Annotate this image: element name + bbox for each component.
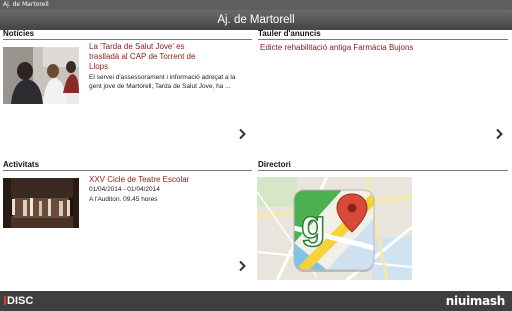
- page-title: Aj. de Martorell: [217, 14, 295, 26]
- tauler-heading: Tauler d'anuncis: [258, 29, 508, 40]
- noticies-item-title[interactable]: La 'Tarda de Salut Jove' es traslladà al…: [89, 42, 205, 72]
- status-app-title: Aj. de Martorell: [3, 1, 49, 8]
- disc-logo-mark: [4, 296, 6, 305]
- noticies-panel: Notícies La 'Tarda de Salut Jove' es tra…: [3, 29, 252, 151]
- tauler-panel: Tauler d'anuncis Edicte rehabilitació an…: [258, 29, 508, 151]
- google-maps-icon: g: [293, 189, 375, 272]
- tauler-item-title[interactable]: Edicte rehabilitació antiga Farmàcia Buj…: [260, 43, 500, 53]
- footer-bar: [0, 291, 512, 311]
- directori-heading: Directori: [258, 160, 508, 171]
- activitats-panel: Activitats XXV Cicle de Teatre Escolar 0…: [3, 160, 252, 284]
- chevron-right-icon[interactable]: [494, 128, 504, 140]
- noticies-item-description: El servei d'assessorament i informació a…: [89, 74, 236, 90]
- theatre-photo-image: [3, 178, 79, 228]
- directori-panel: Directori g: [257, 160, 508, 284]
- activitats-heading: Activitats: [3, 160, 252, 171]
- activitats-item-title[interactable]: XXV Cicle de Teatre Escolar: [89, 175, 239, 185]
- noticies-thumbnail[interactable]: [3, 47, 79, 104]
- news-photo-image: [3, 47, 79, 104]
- noticies-heading: Notícies: [3, 29, 252, 40]
- chevron-right-icon[interactable]: [237, 128, 247, 140]
- disc-logo-text: DISC: [7, 295, 34, 307]
- app-title-bar: Aj. de Martorell: [0, 10, 512, 30]
- disc-logo: DISC: [4, 293, 33, 309]
- niuimash-logo: niuimash: [445, 294, 506, 308]
- system-status-bar: Aj. de Martorell: [0, 0, 512, 10]
- activitats-item-place: A l'Auditori. 09.45 hores: [89, 196, 158, 203]
- chevron-right-icon[interactable]: [237, 260, 247, 272]
- activitats-item-dates: 01/04/2014 - 01/04/2014: [89, 186, 160, 193]
- directori-map-thumbnail[interactable]: g: [257, 177, 412, 280]
- activitats-thumbnail[interactable]: [3, 178, 79, 228]
- svg-text:g: g: [301, 203, 325, 247]
